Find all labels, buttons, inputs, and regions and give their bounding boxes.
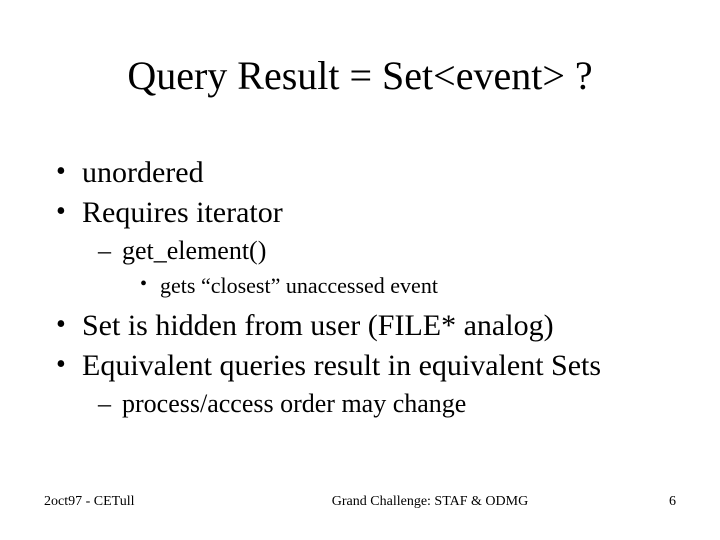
- subbullet-process-order: process/access order may change: [54, 388, 680, 421]
- slide-body: unordered Requires iterator get_element(…: [54, 152, 680, 425]
- bullet-requires-iterator: Requires iterator: [54, 194, 680, 232]
- footer-title: Grand Challenge: STAF & ODMG: [244, 494, 616, 510]
- subsubbullet-gets-closest: gets “closest” unaccessed event: [54, 272, 680, 300]
- footer-date-author: 2oct97 - CETull: [44, 494, 244, 510]
- slide-footer: 2oct97 - CETull Grand Challenge: STAF & …: [44, 494, 676, 510]
- bullet-equivalent-queries: Equivalent queries result in equivalent …: [54, 347, 680, 385]
- footer-page-number: 6: [616, 494, 676, 510]
- bullet-unordered: unordered: [54, 154, 680, 192]
- slide-title: Query Result = Set<event> ?: [0, 52, 720, 99]
- bullet-set-hidden: Set is hidden from user (FILE* analog): [54, 307, 680, 345]
- subbullet-get-element: get_element(): [54, 235, 680, 268]
- slide: Query Result = Set<event> ? unordered Re…: [0, 0, 720, 540]
